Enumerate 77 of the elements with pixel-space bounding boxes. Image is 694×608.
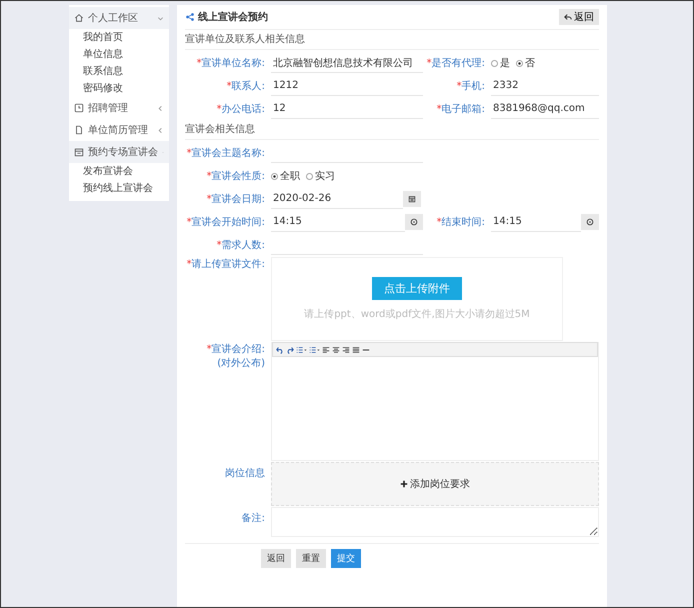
clock-button[interactable] — [405, 214, 423, 230]
clock-icon — [410, 218, 418, 226]
sidebar-group-item[interactable]: 单位简历管理 — [69, 119, 169, 141]
add-position-button[interactable]: 添加岗位要求 — [271, 462, 599, 506]
required-mark: * — [456, 80, 462, 92]
field-label: 宣讲会介绍: — [212, 342, 265, 356]
field-label: 办公电话: — [222, 102, 265, 116]
title-text: 线上宣讲会预约 — [198, 10, 268, 24]
field-label: 宣讲单位名称: — [202, 56, 265, 70]
radio-option[interactable]: 否 — [516, 56, 535, 70]
required-mark: * — [436, 104, 442, 114]
upload-hint: 请上传ppt、word或pdf文件,图片大小请勿超过5M — [304, 308, 530, 321]
field-label: 宣讲会开始时间: — [192, 216, 265, 229]
chevron-icon — [157, 14, 164, 22]
radio-button[interactable] — [306, 172, 313, 180]
sidebar-item[interactable]: 发布宣讲会 — [69, 163, 169, 180]
field-label: 宣讲会日期: — [212, 192, 265, 206]
align-center-icon[interactable] — [332, 346, 340, 354]
sidebar-group-item[interactable]: 预约专场宣讲会 — [69, 141, 169, 163]
undo-icon[interactable] — [276, 346, 284, 354]
form-button[interactable]: 重置 — [296, 549, 326, 568]
plus-icon — [400, 480, 408, 488]
back-button[interactable]: 返回 — [559, 9, 599, 25]
field-label: 备注: — [242, 512, 265, 525]
sidebar-item[interactable]: 单位信息 — [69, 46, 169, 63]
align-right-icon[interactable] — [342, 346, 350, 354]
field-label: 电子邮箱: — [442, 102, 485, 116]
section-heading: 宣讲会相关信息 — [185, 120, 599, 140]
clock-button[interactable] — [581, 214, 599, 230]
field-label: 联系人: — [232, 80, 265, 93]
bullet-list-icon[interactable] — [309, 346, 320, 354]
radio-button[interactable] — [271, 172, 278, 180]
field-label: 请上传宣讲文件: — [192, 258, 265, 271]
chevron-icon — [157, 126, 164, 134]
sidebar-item[interactable]: 联系信息 — [69, 63, 169, 80]
required-mark: * — [226, 80, 232, 92]
align-left-icon[interactable] — [322, 346, 330, 354]
field-label: 需求人数: — [222, 238, 265, 252]
required-mark: * — [216, 240, 222, 250]
section-heading: 宣讲单位及联系人相关信息 — [185, 30, 599, 50]
required-mark: * — [186, 258, 192, 270]
field-label: 宣讲会性质: — [212, 170, 265, 183]
numbered-list-icon[interactable] — [296, 346, 307, 354]
chevron-icon — [157, 104, 164, 112]
radio-option[interactable]: 实习 — [306, 169, 335, 183]
required-mark: * — [206, 344, 212, 354]
field-label: 手机: — [462, 80, 485, 93]
calendar-button[interactable] — [403, 191, 421, 207]
reply-arrow-icon — [564, 13, 572, 21]
required-mark: * — [186, 216, 192, 228]
sidebar-item[interactable]: 密码修改 — [69, 80, 169, 97]
field-sublabel: (对外公布) — [217, 356, 265, 370]
radio-button[interactable] — [516, 60, 523, 66]
clock-icon — [586, 218, 594, 226]
radio-option[interactable]: 是 — [491, 56, 510, 70]
field-label: 宣讲会主题名称: — [192, 146, 265, 160]
radio-button[interactable] — [491, 60, 498, 66]
required-mark: * — [186, 148, 192, 158]
sidebar-group-item[interactable]: 个人工作区 — [69, 7, 169, 29]
required-mark: * — [216, 104, 222, 114]
field-label: 结束时间: — [442, 216, 485, 229]
required-mark: * — [206, 194, 212, 204]
required-mark: * — [196, 58, 202, 68]
calendar-icon — [408, 195, 416, 203]
nodes-icon — [185, 12, 195, 22]
required-mark: * — [426, 58, 432, 68]
required-mark: * — [206, 170, 212, 182]
form-button[interactable]: 返回 — [261, 549, 291, 568]
sidebar-item[interactable]: 预约线上宣讲会 — [69, 180, 169, 197]
radio-option[interactable]: 全职 — [271, 169, 300, 183]
required-mark: * — [436, 216, 442, 228]
field-label: 岗位信息 — [225, 466, 265, 480]
justify-icon[interactable] — [352, 346, 360, 354]
sidebar-item[interactable]: 我的首页 — [69, 29, 169, 46]
field-label: 是否有代理: — [432, 57, 485, 70]
redo-icon[interactable] — [286, 346, 294, 354]
sidebar-group-item[interactable]: 招聘管理 — [69, 97, 169, 119]
